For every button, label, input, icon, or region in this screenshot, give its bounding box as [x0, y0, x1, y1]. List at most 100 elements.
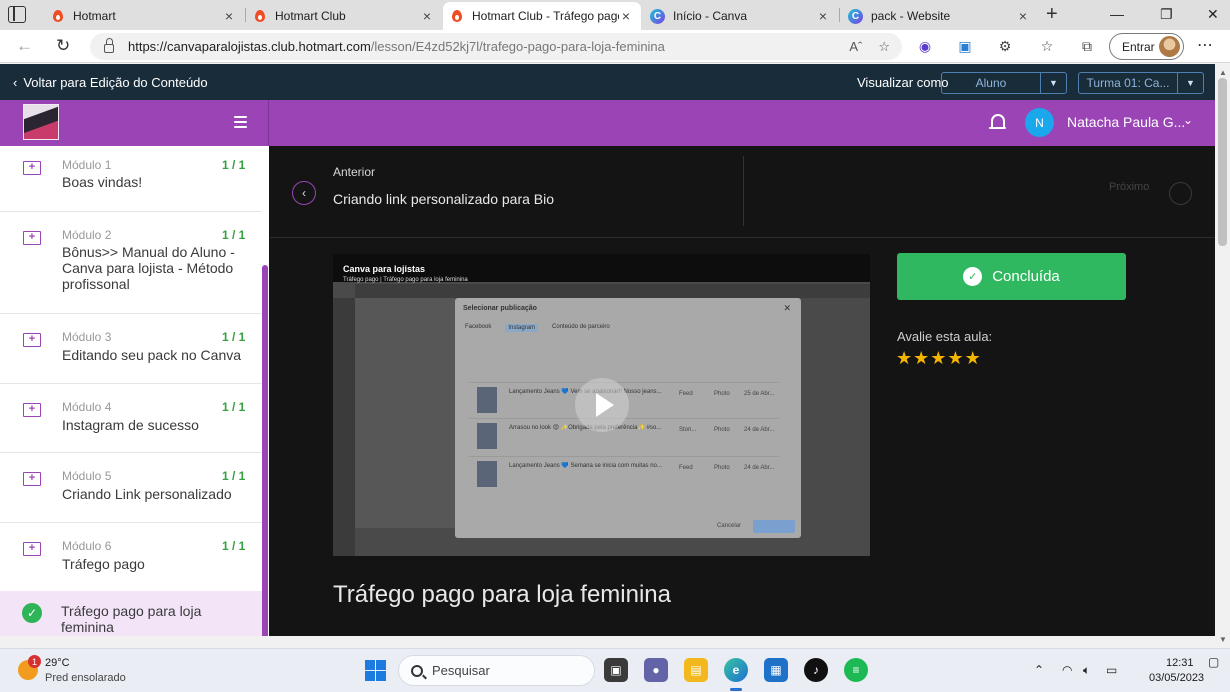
back-to-edit-link[interactable]: ‹ Voltar para Edição do Conteúdo: [13, 75, 208, 90]
volume-icon[interactable]: 🔈︎: [1083, 663, 1090, 678]
tiktok-icon[interactable]: ♪: [804, 658, 828, 682]
chevron-down-icon[interactable]: ⌄: [1183, 113, 1193, 127]
edit-content-bar: ‹ Voltar para Edição do Conteúdo Visuali…: [0, 64, 1215, 100]
star-icon[interactable]: ★: [913, 348, 929, 368]
notifications-icon[interactable]: ▢: [1208, 655, 1219, 669]
sidebar-scrollbar[interactable]: [262, 265, 268, 648]
tab-actions-icon[interactable]: [8, 6, 26, 23]
collections-icon[interactable]: ⧉: [1079, 38, 1095, 54]
favorite-star-icon[interactable]: ☆: [878, 39, 890, 55]
next-lesson-label: Próximo: [1109, 181, 1150, 193]
vertical-scrollbar[interactable]: ▲ ▼: [1215, 64, 1230, 648]
url-input[interactable]: https://canvaparalojistas.club.hotmart.c…: [90, 33, 902, 60]
video-row: Arrasou no look 😍 ✨Obrigada pela preferê…: [469, 418, 779, 452]
tab-title: Hotmart Club - Tráfego pago: [472, 9, 619, 23]
close-icon[interactable]: ×: [420, 8, 434, 24]
clock-time[interactable]: 12:31: [1166, 657, 1194, 669]
url-path: /lesson/E4zd52kj7l/trafego-pago-para-loj…: [370, 39, 665, 54]
reload-icon[interactable]: ↻: [56, 36, 70, 56]
windows-start-icon[interactable]: [365, 660, 386, 681]
close-icon[interactable]: ×: [816, 8, 830, 24]
prev-lesson-link[interactable]: Criando link personalizado para Bio: [333, 191, 554, 207]
module-item[interactable]: Módulo 2 Bônus>> Manual do Aluno - Canva…: [0, 212, 262, 314]
user-name[interactable]: Natacha Paula G...: [1067, 114, 1185, 130]
tab-pack-website[interactable]: C pack - Website ×: [840, 2, 1038, 30]
taskbar-search[interactable]: Pesquisar: [398, 655, 595, 686]
weather-description[interactable]: Pred ensolarado: [45, 672, 126, 684]
check-circle-icon: ✓: [963, 267, 983, 286]
role-select[interactable]: Aluno ▼: [941, 72, 1067, 94]
page-viewport: ‹ Voltar para Edição do Conteúdo Visuali…: [0, 64, 1215, 648]
restore-icon[interactable]: ❐: [1160, 6, 1173, 23]
user-avatar[interactable]: N: [1025, 108, 1054, 137]
module-sidebar: Módulo 1 Boas vindas! 1 / 1 Módulo 2 Bôn…: [0, 146, 269, 648]
scrollbar-thumb[interactable]: [1218, 78, 1227, 246]
bell-icon[interactable]: [989, 113, 1006, 132]
minimize-icon[interactable]: —: [1110, 6, 1124, 22]
battery-icon[interactable]: ▭: [1106, 663, 1117, 677]
tab-title: pack - Website: [871, 9, 951, 23]
favorites-icon[interactable]: ☆: [1039, 38, 1055, 54]
lock-icon: [104, 37, 114, 53]
chevron-left-icon: ‹: [13, 75, 18, 90]
extension-screen-icon[interactable]: ▣: [957, 38, 973, 54]
edge-icon[interactable]: e: [724, 658, 748, 682]
star-icon[interactable]: ★: [896, 348, 912, 368]
chevron-up-icon[interactable]: ⌃: [1034, 663, 1044, 677]
chevron-left-icon[interactable]: ‹: [292, 181, 316, 205]
scroll-down-icon[interactable]: ▼: [1219, 635, 1227, 644]
spotify-icon[interactable]: ≡: [844, 658, 868, 682]
view-as-label: Visualizar como: [857, 75, 949, 90]
folder-plus-icon: [23, 401, 41, 417]
horizontal-scrollbar[interactable]: [0, 636, 1215, 648]
module-item[interactable]: Módulo 1 Boas vindas! 1 / 1: [0, 146, 262, 212]
rating-stars: ★ ★ ★ ★ ★: [896, 348, 981, 368]
video-dialog-title: Selecionar publicação: [463, 305, 537, 312]
teams-chat-icon[interactable]: ●: [644, 658, 668, 682]
module-item[interactable]: Módulo 6 Tráfego pago 1 / 1: [0, 523, 262, 591]
close-icon[interactable]: ×: [222, 8, 236, 24]
module-item[interactable]: Módulo 4 Instagram de sucesso 1 / 1: [0, 384, 262, 453]
new-tab-button[interactable]: +: [1046, 4, 1058, 24]
extensions-puzzle-icon[interactable]: ⚙: [997, 38, 1013, 54]
back-arrow-icon[interactable]: ←: [16, 36, 33, 56]
close-icon[interactable]: ×: [619, 8, 633, 24]
weather-temperature[interactable]: 29°C: [45, 657, 70, 669]
course-thumbnail[interactable]: [23, 104, 59, 140]
read-aloud-icon[interactable]: Aˆ: [849, 39, 862, 55]
sidebar-header: [0, 100, 269, 146]
clock-date[interactable]: 03/05/2023: [1149, 672, 1204, 684]
module-title: Boas vindas!: [62, 174, 143, 190]
more-menu-icon[interactable]: ⋯: [1197, 35, 1214, 55]
menu-icon[interactable]: [234, 116, 247, 128]
close-icon[interactable]: ×: [1016, 8, 1030, 24]
scroll-up-icon[interactable]: ▲: [1219, 68, 1227, 77]
tab-canva-inicio[interactable]: C Início - Canva ×: [642, 2, 838, 30]
video-player[interactable]: Canva para lojistas Tráfego pago | Tráfe…: [333, 254, 870, 556]
star-icon[interactable]: ★: [930, 348, 946, 368]
lesson-complete-button[interactable]: ✓ Concluída: [897, 253, 1126, 300]
microsoft-store-icon[interactable]: ▦: [764, 658, 788, 682]
tab-hotmart[interactable]: Hotmart ×: [44, 2, 244, 30]
module-item[interactable]: Módulo 5 Criando Link personalizado 1 / …: [0, 453, 262, 523]
tab-hotmart-club[interactable]: Hotmart Club ×: [246, 2, 442, 30]
tab-hotmart-club-trafego[interactable]: Hotmart Club - Tráfego pago ×: [443, 2, 641, 30]
back-to-edit-label: Voltar para Edição do Conteúdo: [23, 75, 208, 90]
module-item[interactable]: Módulo 3 Editando seu pack no Canva 1 / …: [0, 314, 262, 384]
wifi-icon[interactable]: ◠: [1062, 663, 1072, 677]
signin-button[interactable]: Entrar: [1109, 33, 1184, 60]
play-icon[interactable]: [575, 378, 629, 432]
module-title: Criando Link personalizado: [62, 486, 232, 502]
star-icon[interactable]: ★: [965, 348, 981, 368]
window-close-icon[interactable]: ✕: [1207, 6, 1219, 23]
class-select[interactable]: Turma 01: Ca... ▼: [1078, 72, 1204, 94]
video-row-media: Photo: [714, 427, 730, 433]
task-view-icon[interactable]: ▣: [604, 658, 628, 682]
video-row-source: Stori...: [679, 427, 697, 433]
video-frame-dialog: Selecionar publicação ✕ Facebook Instagr…: [455, 298, 801, 538]
file-explorer-icon[interactable]: ▤: [684, 658, 708, 682]
chevron-right-icon: [1169, 182, 1192, 205]
video-row-media: Photo: [714, 391, 730, 397]
extension-shield-icon[interactable]: ◉: [917, 38, 933, 54]
star-icon[interactable]: ★: [947, 348, 963, 368]
